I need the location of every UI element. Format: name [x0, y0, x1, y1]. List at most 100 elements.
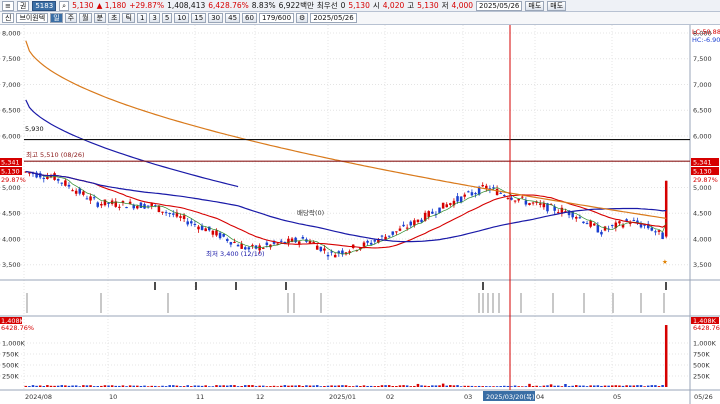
volume-bar	[524, 386, 528, 387]
tab-day[interactable]: 일	[50, 13, 63, 23]
candle-body	[413, 220, 416, 226]
volume-bar	[621, 385, 625, 387]
chart-date-field[interactable]: 2025/05/26	[310, 13, 357, 23]
volume-bar	[369, 385, 373, 387]
volume-bar	[96, 386, 100, 387]
tab-month[interactable]: 월	[79, 13, 92, 23]
volume-tick-right: 250K	[693, 373, 710, 381]
candle-body	[265, 242, 269, 246]
volume-bar	[557, 385, 560, 387]
candle-body	[240, 243, 243, 249]
volume-bar	[434, 385, 438, 387]
sell-button[interactable]: 매도	[525, 0, 545, 11]
candle-body	[330, 251, 333, 253]
volume-bar	[661, 385, 664, 387]
minute-5[interactable]: 5	[161, 13, 173, 23]
candle-body	[578, 217, 582, 219]
volume-bar	[348, 386, 351, 387]
volume-bar	[247, 385, 251, 387]
candle-body	[67, 184, 71, 187]
volume-bar	[49, 385, 53, 387]
volume-bar	[546, 385, 549, 387]
signal-bar	[552, 293, 554, 313]
pref-value: 0	[340, 1, 346, 10]
candle-body	[161, 211, 164, 213]
volume-bar	[380, 385, 384, 387]
volume-bar	[355, 385, 359, 387]
volume-bar	[287, 385, 290, 387]
count-field[interactable]: 179/600	[258, 13, 295, 23]
volume-bar	[78, 386, 82, 387]
candle-body	[222, 233, 225, 237]
volume-bar	[521, 386, 524, 387]
dividend-annotation: 배당락(0)	[297, 208, 324, 217]
type-selector[interactable]: 신	[2, 13, 15, 23]
volume-bar	[211, 386, 215, 387]
volume-bar	[60, 385, 64, 387]
volume-bar	[330, 385, 333, 387]
candle-body	[215, 230, 218, 236]
search-icon[interactable]: ⌕	[59, 0, 70, 11]
menu-button[interactable]: ≡	[2, 0, 14, 11]
date-field[interactable]: 2025/05/26	[476, 0, 523, 11]
volume-bar	[413, 385, 416, 387]
candle-body	[495, 188, 499, 196]
candle-body	[236, 244, 240, 247]
candle-body	[391, 231, 395, 235]
price-tick-right: 3,500	[693, 261, 712, 269]
lc-label: LC:50.88	[692, 28, 720, 36]
candle-body	[427, 211, 431, 217]
pref-label: 최우선	[316, 1, 338, 10]
candle-body	[179, 216, 182, 218]
candle-body	[136, 205, 139, 209]
volume-bar	[308, 385, 312, 387]
volume-bar	[614, 385, 618, 387]
volume-bar	[272, 385, 276, 387]
buy-button[interactable]: 매도	[547, 0, 567, 11]
minute-15[interactable]: 15	[191, 13, 207, 23]
volume-bar	[74, 385, 78, 387]
date-tick: 10	[109, 393, 117, 401]
minute-60[interactable]: 60	[242, 13, 257, 23]
minute-1[interactable]: 1	[136, 13, 148, 23]
volume-bar	[193, 385, 197, 387]
volume-bar	[395, 386, 398, 387]
tab-minute[interactable]: 분	[93, 13, 107, 23]
candle-body	[510, 197, 513, 200]
volume-bar	[416, 383, 420, 387]
minute-10[interactable]: 10	[174, 13, 190, 23]
tab-tick[interactable]: 틱	[122, 13, 135, 23]
volume-bar	[28, 386, 31, 387]
stock-name-field[interactable]: 브이원텍	[16, 13, 49, 23]
volume-bar	[549, 384, 553, 387]
tab-second[interactable]: 초	[108, 13, 121, 23]
signal-bar	[612, 293, 614, 313]
volume-bar	[175, 385, 179, 387]
volume-bar	[279, 385, 283, 387]
volume-bar	[110, 385, 114, 387]
volume-bar	[341, 385, 344, 387]
candle-body	[172, 213, 175, 215]
volume-bar	[53, 385, 56, 387]
mode-selector[interactable]: 권	[16, 0, 30, 11]
volume-bar	[625, 385, 628, 387]
candle-body	[470, 192, 474, 196]
tab-week[interactable]: 주	[64, 13, 78, 23]
settings-icon[interactable]: ⚙	[296, 13, 309, 23]
minute-30[interactable]: 30	[208, 13, 224, 23]
minute-3[interactable]: 3	[149, 13, 160, 23]
candle-body	[589, 220, 592, 227]
volume-bar	[190, 386, 193, 387]
candle-body	[632, 219, 636, 221]
open-price: 4,020	[382, 1, 405, 10]
volume-tick-left: 1,000K	[2, 340, 26, 348]
candle-body	[211, 230, 215, 235]
volume-bar	[610, 385, 614, 387]
price-tick-left: 3,500	[2, 261, 21, 269]
volume-bar	[513, 385, 517, 387]
date-tick: 2024/08	[25, 393, 52, 401]
stock-code-field[interactable]: 5183	[32, 0, 57, 11]
stock-chart[interactable]: 8,000 8,0007,500 7,5007,000 7,0006,500 6,500…	[0, 25, 720, 404]
signal-bar	[478, 293, 480, 313]
minute-45[interactable]: 45	[225, 13, 241, 23]
